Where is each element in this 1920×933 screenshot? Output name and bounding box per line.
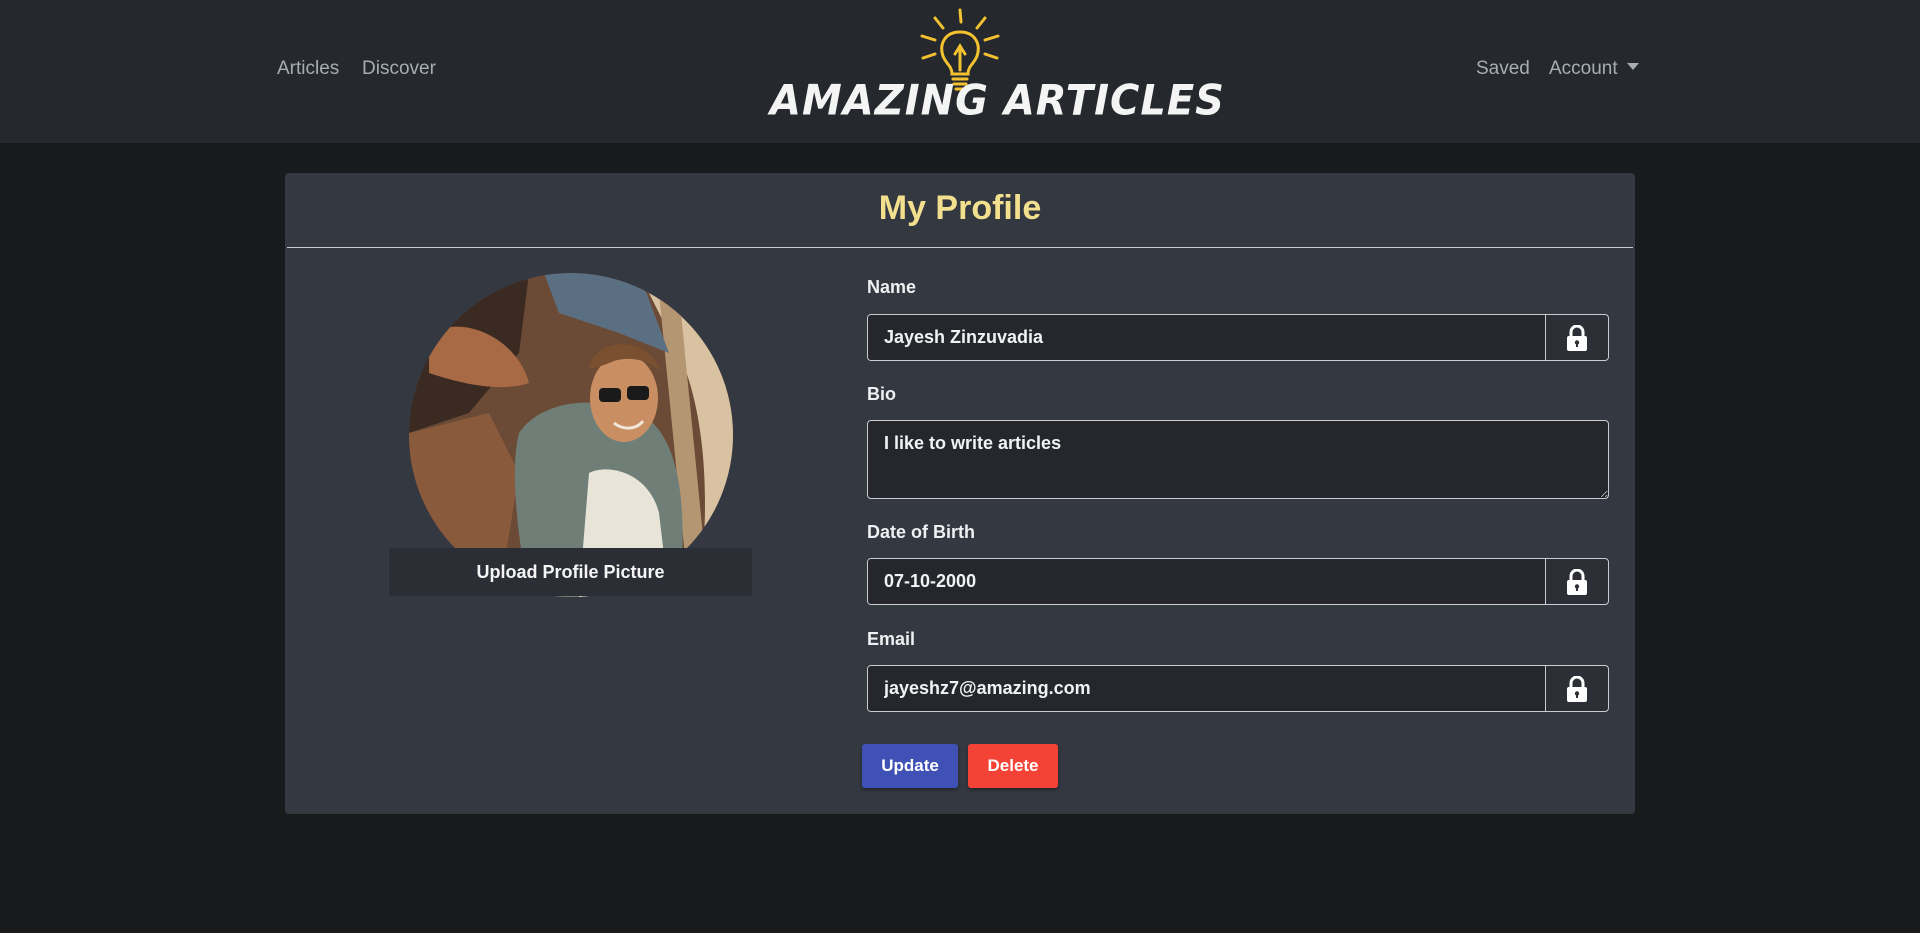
dob-input-group — [867, 558, 1609, 605]
nav-link-articles[interactable]: Articles — [277, 58, 339, 80]
name-label: Name — [867, 277, 917, 297]
site-logo[interactable]: AMAZING ARTICLES — [770, 8, 1225, 128]
page-title: My Profile — [878, 189, 1042, 227]
nav-link-saved[interactable]: Saved — [1476, 58, 1530, 80]
name-input-group — [867, 314, 1609, 361]
delete-button[interactable]: Delete — [968, 744, 1058, 788]
logo-text: AMAZING ARTICLES — [770, 76, 1225, 126]
email-input-group — [867, 665, 1609, 712]
account-dropdown[interactable]: Account — [1549, 58, 1639, 80]
title-divider — [287, 247, 1633, 248]
bio-textarea[interactable]: I like to write articles — [867, 420, 1609, 499]
dob-lock-button[interactable] — [1546, 559, 1608, 604]
email-label: Email — [867, 629, 916, 649]
top-navbar: Articles Discover AMAZING ARTICLES Saved… — [0, 0, 1920, 143]
name-lock-button[interactable] — [1546, 315, 1608, 360]
nav-link-discover[interactable]: Discover — [362, 58, 436, 80]
caret-down-icon — [1626, 63, 1639, 70]
account-label: Account — [1549, 58, 1618, 79]
profile-card: My Profile Upload Profile Picture Name J… — [285, 173, 1635, 814]
dob-input[interactable] — [868, 559, 1546, 604]
email-input[interactable] — [868, 666, 1546, 711]
bio-label: Bio — [867, 384, 896, 404]
upload-profile-picture-button[interactable]: Upload Profile Picture — [389, 548, 752, 596]
update-button[interactable]: Update — [862, 744, 958, 788]
lock-icon — [1567, 324, 1587, 351]
dob-label: Date of Birth — [867, 522, 975, 542]
name-input[interactable] — [868, 315, 1546, 360]
email-lock-button[interactable] — [1546, 666, 1608, 711]
lock-icon — [1567, 568, 1587, 595]
lock-icon — [1567, 675, 1587, 702]
